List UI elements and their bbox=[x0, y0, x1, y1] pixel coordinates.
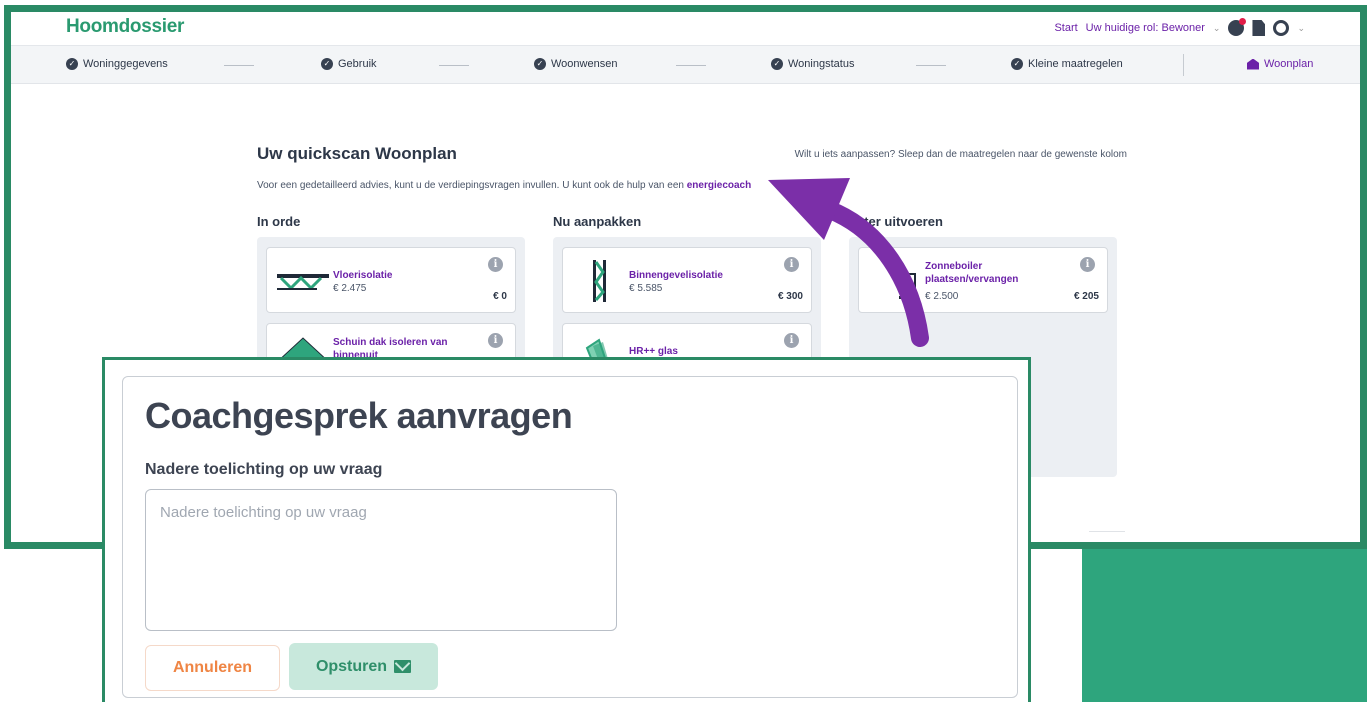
question-label: Nadere toelichting op uw vraag bbox=[145, 461, 383, 478]
role-selector[interactable]: Uw huidige rol: Bewoner bbox=[1086, 22, 1205, 34]
check-icon: ✓ bbox=[534, 58, 546, 70]
cancel-button[interactable]: Annuleren bbox=[145, 645, 280, 691]
solar-boiler-icon bbox=[899, 273, 919, 299]
step-woninggegevens[interactable]: ✓ Woninggegevens bbox=[66, 58, 168, 70]
column-title-later-uitvoeren: Later uitvoeren bbox=[849, 214, 943, 229]
info-icon[interactable]: i bbox=[488, 257, 503, 272]
top-nav: Start Uw huidige rol: Bewoner ⌄ ⌄ bbox=[1054, 18, 1305, 36]
question-textarea[interactable] bbox=[145, 489, 617, 631]
step-label: Woonwensen bbox=[551, 58, 618, 70]
info-icon[interactable]: i bbox=[784, 257, 799, 272]
user-icon[interactable] bbox=[1273, 20, 1290, 36]
modal-title: Coachgesprek aanvragen bbox=[145, 395, 573, 436]
check-icon: ✓ bbox=[771, 58, 783, 70]
step-label: Kleine maatregelen bbox=[1028, 58, 1123, 70]
measure-price: € 2.475 bbox=[333, 283, 367, 294]
logo[interactable]: Hoomdossier bbox=[66, 16, 184, 38]
step-label: Gebruik bbox=[338, 58, 377, 70]
coach-request-modal: Coachgesprek aanvragen Nadere toelichtin… bbox=[122, 376, 1018, 698]
column-title-in-orde: In orde bbox=[257, 214, 301, 229]
measure-subsidy: € 0 bbox=[493, 291, 507, 302]
send-button[interactable]: Opsturen bbox=[289, 643, 438, 690]
step-separator bbox=[1183, 54, 1184, 76]
measure-card[interactable]: Binnengevelisolatie € 5.585 € 300 i bbox=[562, 247, 812, 313]
chat-icon[interactable] bbox=[1228, 18, 1247, 36]
measure-price: € 2.500 bbox=[925, 291, 959, 302]
step-navigation: ✓ Woninggegevens ✓ Gebruik ✓ Woonwensen ✓ Wo… bbox=[11, 46, 1360, 84]
step-woonplan[interactable]: Woonplan bbox=[1247, 58, 1313, 70]
measure-subsidy: € 205 bbox=[1073, 291, 1099, 302]
house-icon bbox=[1247, 58, 1259, 70]
chevron-down-icon[interactable]: ⌄ bbox=[1213, 23, 1221, 34]
check-icon: ✓ bbox=[66, 58, 78, 70]
wall-insulation-icon bbox=[593, 260, 606, 302]
step-label: Woonplan bbox=[1264, 58, 1314, 70]
envelope-icon bbox=[394, 660, 412, 673]
top-bar: Hoomdossier Start Uw huidige rol: Bewone… bbox=[11, 12, 1360, 46]
floor-insulation-icon bbox=[277, 274, 329, 291]
drag-hint: Wilt u iets aanpassen? Sleep dan de maat… bbox=[794, 149, 1127, 160]
document-icon[interactable] bbox=[1252, 20, 1266, 36]
step-kleine-maatregelen[interactable]: ✓ Kleine maatregelen bbox=[1011, 58, 1123, 70]
step-divider bbox=[676, 65, 706, 66]
column-title-nu-aanpakken: Nu aanpakken bbox=[553, 214, 642, 229]
modal-overlay-frame: Coachgesprek aanvragen Nadere toelichtin… bbox=[102, 357, 1031, 702]
step-label: Woninggegevens bbox=[83, 58, 168, 70]
check-icon: ✓ bbox=[321, 58, 333, 70]
info-icon[interactable]: i bbox=[488, 333, 503, 348]
measure-name: Vloerisolatie bbox=[333, 270, 393, 281]
measure-name: Binnengevelisolatie bbox=[629, 270, 723, 281]
footer-divider bbox=[1089, 531, 1125, 532]
page-title: Uw quickscan Woonplan bbox=[257, 144, 457, 163]
measure-subsidy: € 300 bbox=[777, 291, 803, 302]
step-woonwensen[interactable]: ✓ Woonwensen bbox=[534, 58, 617, 70]
step-divider bbox=[224, 65, 254, 66]
notification-dot bbox=[1239, 18, 1247, 25]
measure-price: € 5.585 bbox=[629, 283, 663, 294]
info-icon[interactable]: i bbox=[784, 333, 799, 348]
stage: Hoomdossier Start Uw huidige rol: Bewone… bbox=[0, 0, 1367, 702]
send-label: Opsturen bbox=[315, 657, 388, 675]
step-gebruik[interactable]: ✓ Gebruik bbox=[321, 58, 377, 70]
chevron-down-icon[interactable]: ⌄ bbox=[1297, 23, 1305, 34]
energiecoach-link[interactable]: energiecoach bbox=[687, 180, 751, 191]
step-label: Woningstatus bbox=[788, 58, 855, 70]
step-woningstatus[interactable]: ✓ Woningstatus bbox=[771, 58, 854, 70]
measure-name: Zonneboiler plaatsen/vervangen bbox=[925, 261, 1019, 285]
info-icon[interactable]: i bbox=[1080, 257, 1095, 272]
decorative-teal-block bbox=[1082, 540, 1367, 702]
step-divider bbox=[916, 65, 946, 66]
subtitle-text: Voor een gedetailleerd advies, kunt u de… bbox=[257, 180, 684, 191]
measure-card[interactable]: Vloerisolatie € 2.475 € 0 i bbox=[266, 247, 516, 313]
page-subtitle: Voor een gedetailleerd advies, kunt u de… bbox=[257, 180, 751, 191]
nav-start-link[interactable]: Start bbox=[1054, 22, 1077, 34]
check-icon: ✓ bbox=[1011, 58, 1023, 70]
measure-card[interactable]: Zonneboiler plaatsen/vervangen € 2.500 €… bbox=[858, 247, 1108, 313]
step-divider bbox=[439, 65, 469, 66]
